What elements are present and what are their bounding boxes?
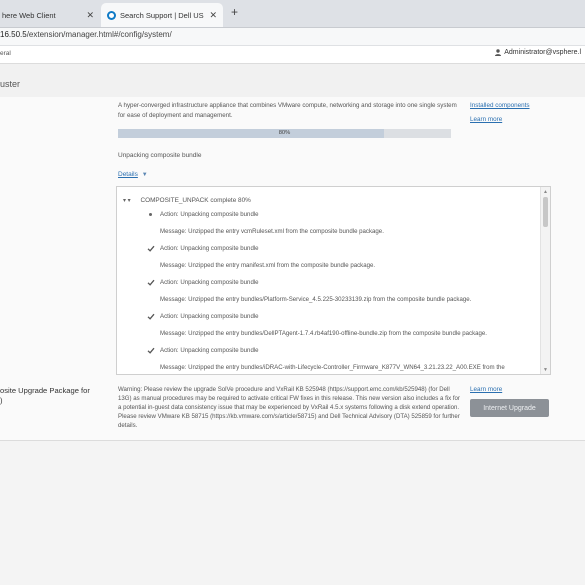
section-divider [0,440,585,441]
scroll-up-icon[interactable]: ▲ [543,189,548,195]
header-section-label: eral [0,50,11,57]
tab-label: here Web Client [2,10,56,20]
address-bar[interactable]: 16.50.5/extension/manager.html#/config/s… [0,28,585,46]
log-message: Message: Unzipped the entry vcmRuleset.x… [160,228,384,235]
log-action: Action: Unpacking composite bundle [160,279,259,286]
close-tab-icon[interactable]: ✕ [209,10,217,21]
url-text[interactable]: 16.50.5/extension/manager.html#/config/s… [0,30,172,39]
learn-more-link[interactable]: Learn more [470,116,502,123]
collapse-caret-icon[interactable]: ▾ ▾ [123,198,131,204]
system-description: A hyper-converged infrastructure applian… [118,102,457,119]
scroll-down-icon[interactable]: ▼ [543,367,548,373]
user-name: Administrator@vsphere.l [504,49,581,56]
log-header-text: COMPOSITE_UNPACK complete 80% [140,197,251,204]
tab-dell-support[interactable]: Search Support | Dell US ✕ [101,3,223,27]
log-action: Action: Unpacking composite bundle [160,211,259,218]
chevron-down-icon[interactable]: ▼ [142,172,148,178]
url-host: 16.50.5 [0,30,27,39]
package-warning: Warning: Please review the upgrade SolVe… [118,386,460,430]
log-message: Message: Unzipped the entry manifest.xml… [160,262,376,269]
user-menu[interactable]: Administrator@vsphere.l [495,49,581,56]
browser-tab-bar: here Web Client ✕ Search Support | Dell … [0,0,585,28]
progress-label: 80% [278,130,291,136]
installed-components-link[interactable]: Installed components [470,102,530,109]
log-action: Action: Unpacking composite bundle [160,245,259,252]
cluster-header: uster [0,64,585,98]
tab-vsphere-web-client[interactable]: here Web Client ✕ [0,3,100,27]
checkmark-icon [147,347,155,354]
upgrade-progress-bar: 80% [118,129,451,138]
status-text: Unpacking composite bundle [118,152,202,159]
log-message: Message: Unzipped the entry bundles/Dell… [160,330,488,337]
upgrade-log[interactable]: ▾ ▾ COMPOSITE_UNPACK complete 80% Action… [116,186,551,375]
cluster-title: uster [0,79,21,89]
pending-dot-icon [147,211,155,218]
log-message: Message: Unzipped the entry bundles/iDRA… [160,364,505,371]
dell-favicon-icon [107,10,116,20]
url-path: /extension/manager.html#/config/system/ [26,30,172,39]
checkmark-icon [147,245,155,252]
log-message: Message: Unzipped the entry bundles/Plat… [160,296,472,303]
details-toggle[interactable]: Details ▼ [118,171,148,178]
close-tab-icon[interactable]: ✕ [86,10,94,21]
scrollbar-thumb[interactable] [543,197,548,227]
log-action: Action: Unpacking composite bundle [160,347,259,354]
checkmark-icon [147,279,155,286]
package-label: osite Upgrade Package for ) [0,386,90,405]
log-scrollbar[interactable]: ▲ ▼ [540,187,550,374]
app-header: eral Administrator@vsphere.l [0,46,585,64]
tab-label: Search Support | Dell US [120,10,204,20]
checkmark-icon [147,313,155,320]
internet-upgrade-button[interactable]: Internet Upgrade [470,399,549,417]
log-action: Action: Unpacking composite bundle [160,313,259,320]
details-link[interactable]: Details [118,171,138,178]
new-tab-button[interactable]: + [231,5,238,19]
learn-more-link[interactable]: Learn more [470,386,502,393]
user-icon [495,49,502,56]
log-header[interactable]: ▾ ▾ COMPOSITE_UNPACK complete 80% [123,197,251,204]
